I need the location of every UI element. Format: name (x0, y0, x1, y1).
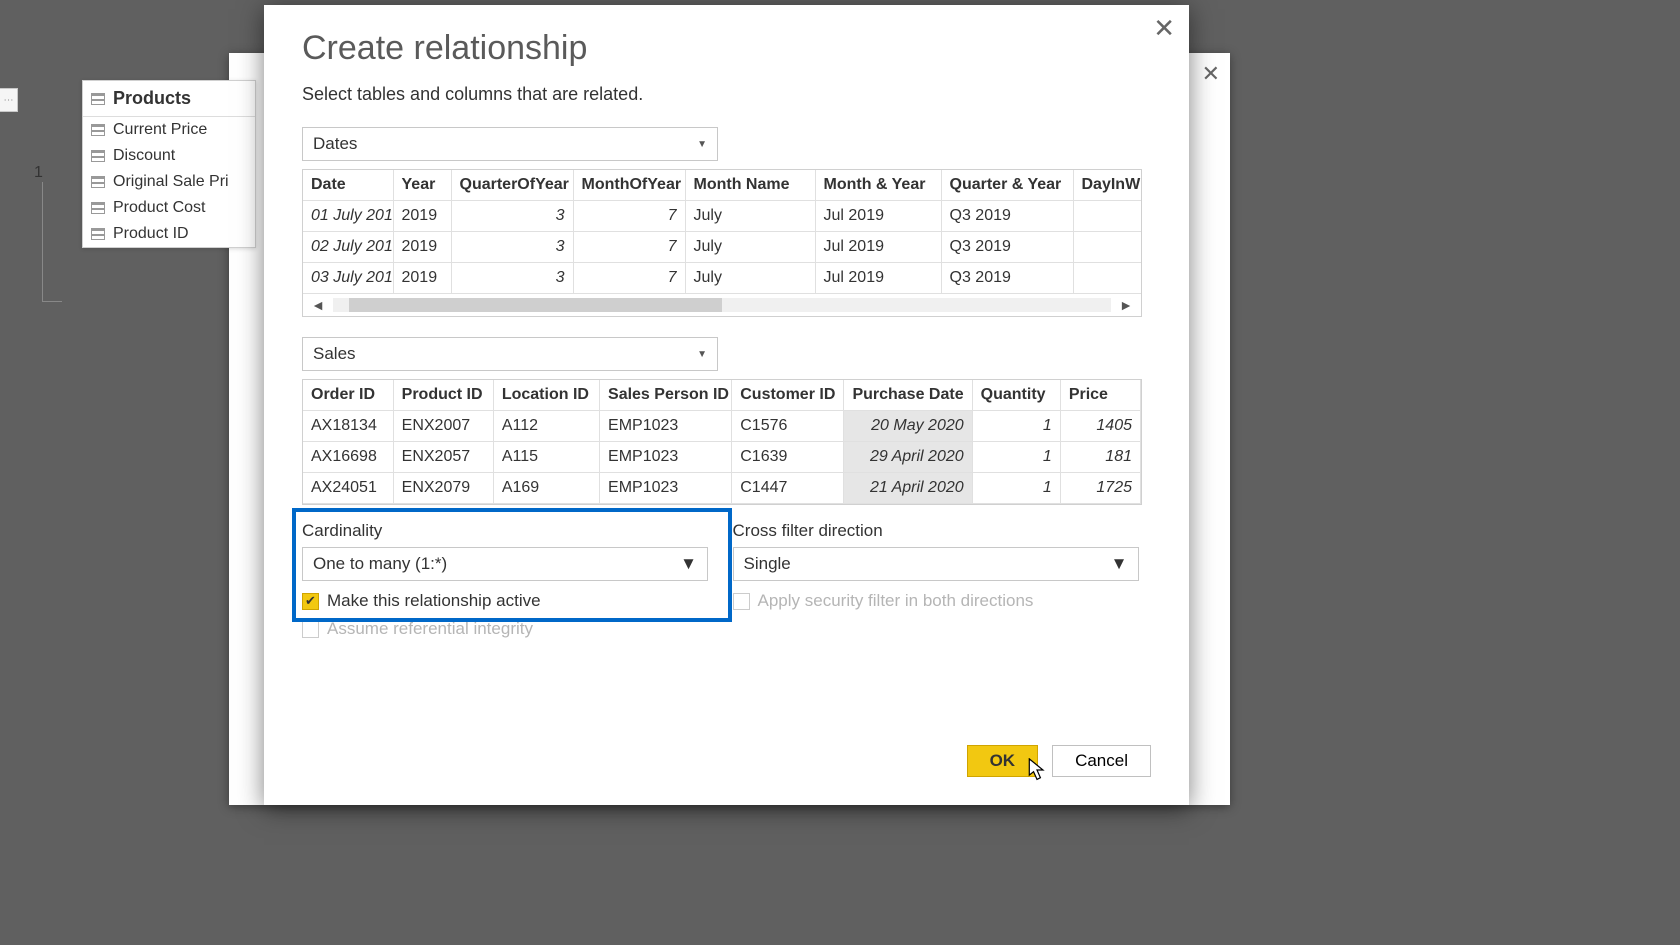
make-active-label: Make this relationship active (327, 591, 541, 611)
chevron-down-icon: ▼ (697, 349, 707, 360)
assume-referential-checkbox-row: Assume referential integrity (302, 619, 721, 639)
field-label: Current Price (113, 121, 207, 139)
column-header[interactable]: Purchase Date (844, 380, 972, 411)
second-table-preview: Order ID Product ID Location ID Sales Pe… (302, 379, 1142, 505)
table-header-row: Order ID Product ID Location ID Sales Pe… (303, 380, 1141, 411)
second-table-dropdown[interactable]: Sales ▼ (302, 337, 718, 371)
field-label: Original Sale Pri (113, 173, 229, 191)
first-table-dropdown[interactable]: Dates ▼ (302, 127, 718, 161)
column-header[interactable]: MonthOfYear (573, 170, 685, 201)
chevron-down-icon: ▼ (1111, 554, 1128, 574)
cancel-button[interactable]: Cancel (1052, 745, 1151, 777)
table-row[interactable]: 01 July 2019201937JulyJul 2019Q3 2019 (303, 201, 1142, 232)
column-header[interactable]: Month & Year (815, 170, 941, 201)
products-card-title: Products (113, 88, 191, 109)
column-header[interactable]: Location ID (493, 380, 599, 411)
column-header[interactable]: Month Name (685, 170, 815, 201)
scroll-right-icon[interactable]: ► (1111, 297, 1141, 313)
column-header[interactable]: Sales Person ID (600, 380, 732, 411)
assume-referential-label: Assume referential integrity (327, 619, 533, 639)
chevron-down-icon: ▼ (680, 554, 697, 574)
horizontal-scrollbar[interactable]: ◄ ► (303, 294, 1141, 316)
cardinality-label: Cardinality (302, 521, 721, 541)
field-item[interactable]: Original Sale Pri (83, 169, 255, 195)
security-filter-checkbox-row: Apply security filter in both directions (733, 591, 1152, 611)
table-row[interactable]: AX24051ENX2079A169EMP1023C144721 April 2… (303, 473, 1141, 504)
scroll-track[interactable] (333, 298, 1111, 312)
column-header[interactable]: Order ID (303, 380, 393, 411)
table-row[interactable]: AX16698ENX2057A115EMP1023C163929 April 2… (303, 442, 1141, 473)
field-label: Discount (113, 147, 175, 165)
create-relationship-dialog: ✕ Create relationship Select tables and … (264, 5, 1189, 805)
cross-filter-label: Cross filter direction (733, 521, 1152, 541)
column-header[interactable]: Customer ID (732, 380, 844, 411)
column-header[interactable]: Quarter & Year (941, 170, 1073, 201)
field-label: Product ID (113, 225, 189, 243)
checkbox-icon[interactable]: ✔ (302, 593, 319, 610)
first-table-selected: Dates (313, 134, 357, 154)
cross-filter-section: Cross filter direction Single ▼ Apply se… (733, 521, 1152, 639)
close-icon[interactable]: ✕ (1202, 63, 1220, 85)
ok-button[interactable]: OK (967, 745, 1039, 777)
dialog-title: Create relationship (302, 29, 1151, 68)
column-icon (91, 176, 105, 188)
collapsed-pane-handle[interactable]: ⋯ (0, 88, 18, 112)
table-icon (91, 93, 105, 105)
column-icon (91, 202, 105, 214)
table-header-row: Date Year QuarterOfYear MonthOfYear Mont… (303, 170, 1142, 201)
cardinality-value: One to many (1:*) (313, 554, 447, 574)
column-header[interactable]: QuarterOfYear (451, 170, 573, 201)
column-icon (91, 124, 105, 136)
column-header[interactable]: Product ID (393, 380, 493, 411)
field-item[interactable]: Product Cost (83, 195, 255, 221)
column-icon (91, 228, 105, 240)
security-filter-label: Apply security filter in both directions (758, 591, 1034, 611)
close-icon[interactable]: ✕ (1153, 15, 1175, 41)
make-active-checkbox-row[interactable]: ✔ Make this relationship active (302, 591, 721, 611)
checkbox-icon (733, 593, 750, 610)
column-header[interactable]: Quantity (972, 380, 1060, 411)
scroll-left-icon[interactable]: ◄ (303, 297, 333, 313)
cardinality-dropdown[interactable]: One to many (1:*) ▼ (302, 547, 708, 581)
field-item[interactable]: Current Price (83, 117, 255, 143)
column-header[interactable]: DayInW (1073, 170, 1142, 201)
first-table-preview: Date Year QuarterOfYear MonthOfYear Mont… (302, 169, 1142, 317)
cardinality-section: Cardinality One to many (1:*) ▼ ✔ Make t… (302, 521, 721, 639)
column-header[interactable]: Price (1060, 380, 1140, 411)
column-header[interactable]: Year (393, 170, 451, 201)
relationship-cardinality-label: 1 (34, 164, 43, 182)
checkbox-icon (302, 621, 319, 638)
column-header[interactable]: Date (303, 170, 393, 201)
cross-filter-dropdown[interactable]: Single ▼ (733, 547, 1139, 581)
field-label: Product Cost (113, 199, 205, 217)
column-icon (91, 150, 105, 162)
field-item[interactable]: Discount (83, 143, 255, 169)
second-table-selected: Sales (313, 344, 356, 364)
relationship-connector-line (42, 182, 62, 302)
dialog-subtitle: Select tables and columns that are relat… (302, 84, 1151, 105)
products-card-header: Products (83, 81, 255, 117)
table-row[interactable]: 03 July 2019201937JulyJul 2019Q3 2019 (303, 263, 1142, 294)
field-item[interactable]: Product ID (83, 221, 255, 247)
chevron-down-icon: ▼ (697, 139, 707, 150)
products-table-card[interactable]: Products Current Price Discount Original… (82, 80, 256, 248)
table-row[interactable]: AX18134ENX2007A112EMP1023C157620 May 202… (303, 411, 1141, 442)
table-row[interactable]: 02 July 2019201937JulyJul 2019Q3 2019 (303, 232, 1142, 263)
cross-filter-value: Single (744, 554, 791, 574)
scroll-thumb[interactable] (349, 298, 722, 312)
